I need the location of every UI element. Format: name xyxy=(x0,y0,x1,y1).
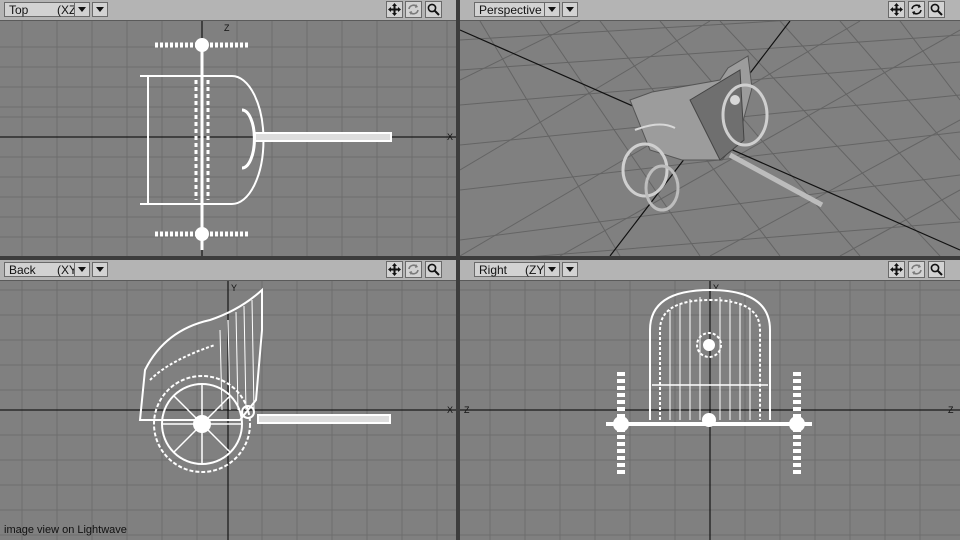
chevron-down-icon[interactable] xyxy=(544,262,560,277)
viewport-options-dropdown[interactable] xyxy=(92,262,108,277)
axis-y-label: Y xyxy=(231,283,237,293)
viewport-top-header: Top (XZ) xyxy=(0,0,456,21)
view-mode-select[interactable]: Top (XZ) xyxy=(4,2,84,17)
zoom-view-icon[interactable] xyxy=(928,1,945,18)
viewport-options-dropdown[interactable] xyxy=(562,262,578,277)
axis-y-label: Y xyxy=(713,283,719,293)
chevron-down-icon[interactable] xyxy=(544,2,560,17)
rotate-view-icon[interactable] xyxy=(405,1,422,18)
viewport-top-canvas[interactable]: X Z xyxy=(0,21,456,256)
axis-z-label-right: Z xyxy=(948,405,954,415)
chevron-down-icon[interactable] xyxy=(74,2,90,17)
axis-z-label: Z xyxy=(224,23,230,33)
chariot-wireframe-back xyxy=(138,287,391,473)
viewport-back-header: Back (XY) xyxy=(0,260,456,281)
chariot-wireframe-top xyxy=(140,38,392,250)
viewport-options-dropdown[interactable] xyxy=(92,2,108,17)
view-mode-label: Right xyxy=(479,263,508,277)
move-view-icon[interactable] xyxy=(888,1,905,18)
viewport-right-canvas[interactable]: Z Z Y xyxy=(460,281,960,540)
view-mode-label: Back xyxy=(9,263,36,277)
caption: image view on Lightwave xyxy=(4,524,127,536)
move-view-icon[interactable] xyxy=(386,1,403,18)
move-view-icon[interactable] xyxy=(888,261,905,278)
viewport-right-header: Right (ZY) xyxy=(460,260,960,281)
zoom-view-icon[interactable] xyxy=(928,261,945,278)
rotate-view-icon[interactable] xyxy=(908,261,925,278)
axis-x-label: X xyxy=(447,405,453,415)
view-mode-label: Perspective xyxy=(479,3,542,17)
viewport-back-canvas[interactable]: X Y xyxy=(0,281,456,540)
viewport-top[interactable]: Top (XZ) X Z xyxy=(0,0,456,256)
view-mode-label: Top xyxy=(9,3,29,17)
viewport-right[interactable]: Right (ZY) Z Z Y xyxy=(460,260,960,540)
move-view-icon[interactable] xyxy=(386,261,403,278)
viewport-perspective[interactable]: Perspective xyxy=(460,0,960,256)
rotate-view-icon[interactable] xyxy=(908,1,925,18)
zoom-view-icon[interactable] xyxy=(425,1,442,18)
chariot-wireframe-right xyxy=(606,288,812,476)
chevron-down-icon[interactable] xyxy=(74,262,90,277)
axis-x-label: X xyxy=(447,132,453,142)
viewport-perspective-header: Perspective xyxy=(460,0,960,21)
rotate-view-icon[interactable] xyxy=(405,261,422,278)
viewport-options-dropdown[interactable] xyxy=(562,2,578,17)
view-mode-select[interactable]: Back (XY) xyxy=(4,262,84,277)
axis-z-label: Z xyxy=(464,405,470,415)
viewport-perspective-canvas[interactable] xyxy=(460,21,960,256)
viewport-back[interactable]: Back (XY) X Y image view on Lightwave xyxy=(0,260,456,540)
zoom-view-icon[interactable] xyxy=(425,261,442,278)
